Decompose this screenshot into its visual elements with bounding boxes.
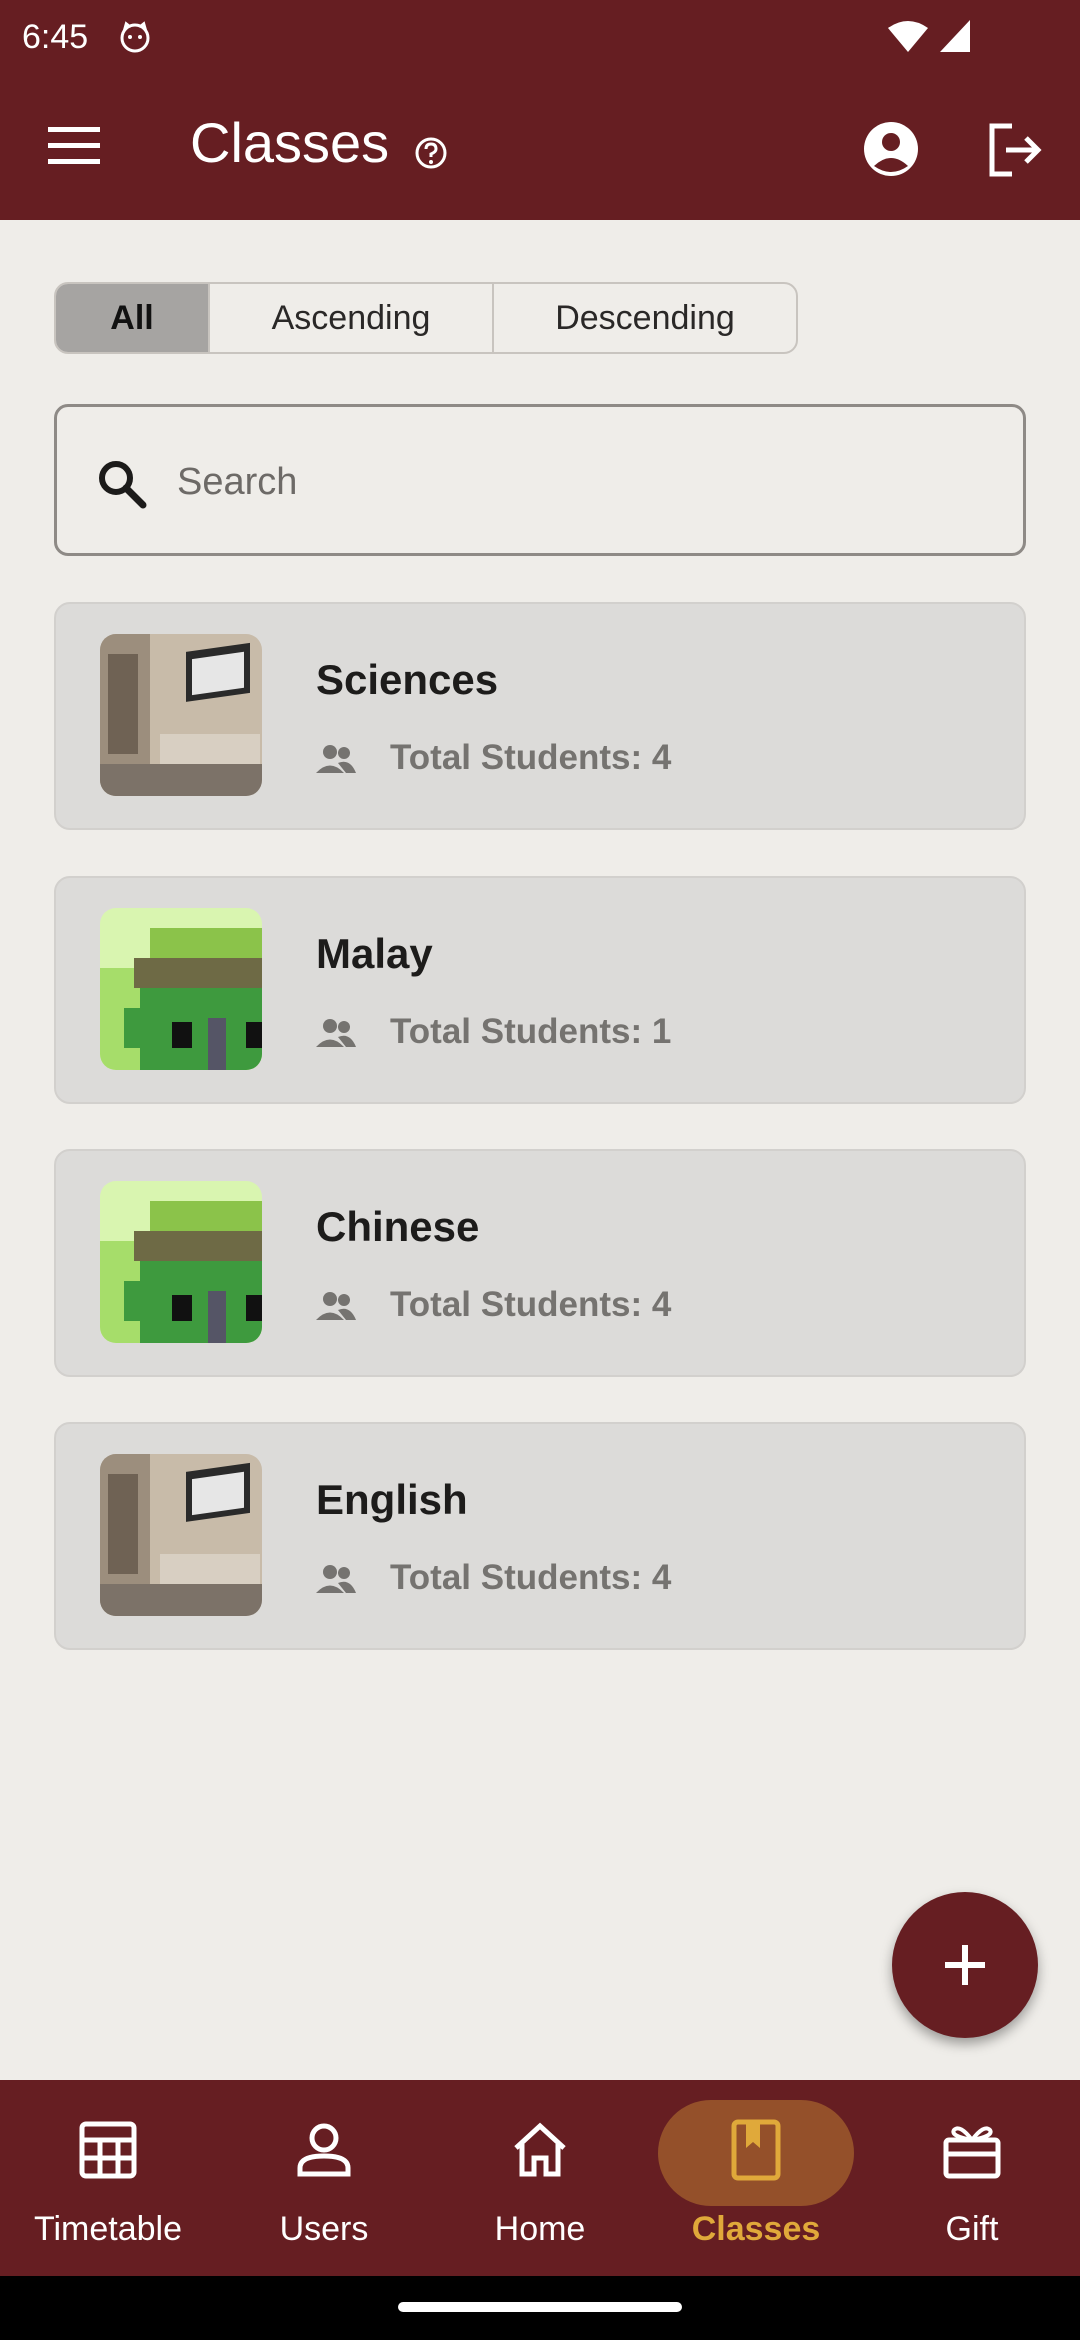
sort-filter-segmented-control: All Ascending Descending [54,282,798,354]
class-thumbnail [100,1454,262,1616]
class-card-english[interactable]: English Total Students: 4 [54,1422,1026,1650]
signal-icon [940,20,970,52]
nav-label: Timetable [33,2210,183,2248]
add-class-button[interactable] [892,1892,1038,2038]
nav-item-users[interactable]: Users [216,2080,432,2276]
people-icon [316,745,356,773]
status-bar: 6:45 [0,0,1080,74]
class-name: English [316,1476,468,1523]
account-icon[interactable] [860,118,922,180]
class-thumbnail [100,1181,262,1343]
search-icon [99,461,147,509]
nav-item-classes[interactable]: Classes [648,2080,864,2276]
nav-label: Classes [691,2210,821,2248]
search-field[interactable] [54,404,1026,556]
page-title: Classes [190,111,390,174]
bookmark-book-icon [731,2119,781,2181]
status-time: 6:45 [22,18,89,56]
person-icon [297,2123,351,2177]
hamburger-menu-icon [48,127,100,164]
filter-descending-button[interactable]: Descending [494,284,796,352]
nav-label: Gift [945,2210,999,2248]
total-students: Total Students: 1 [390,1012,672,1051]
table-icon [79,2121,137,2179]
filter-all-button[interactable]: All [56,284,210,352]
people-icon [316,1019,356,1047]
class-thumbnail [100,908,262,1070]
menu-button[interactable] [40,112,108,180]
app-bar: Classes [0,74,1080,220]
help-icon[interactable] [414,136,448,170]
class-thumbnail [100,634,262,796]
home-icon [514,2122,566,2177]
class-card-chinese[interactable]: Chinese Total Students: 4 [54,1149,1026,1377]
bottom-navigation: Timetable Users Home Classes Gift [0,2080,1080,2276]
nav-item-timetable[interactable]: Timetable [0,2080,216,2276]
logout-icon[interactable] [984,120,1044,180]
plus-icon [945,1945,985,1985]
class-name: Sciences [316,656,499,703]
class-name: Malay [316,930,433,977]
class-card-malay[interactable]: Malay Total Students: 1 [54,876,1026,1104]
gesture-handle[interactable] [398,2302,682,2312]
nav-item-home[interactable]: Home [432,2080,648,2276]
people-icon [316,1565,356,1593]
top-app-bar: 6:45 Classes [0,0,1080,220]
nav-label: Home [494,2210,586,2248]
filter-ascending-button[interactable]: Ascending [210,284,494,352]
nav-label: Users [279,2210,369,2248]
search-input[interactable] [177,447,997,517]
nav-item-gift[interactable]: Gift [864,2080,1080,2276]
total-students: Total Students: 4 [390,738,672,777]
gift-icon [943,2126,1001,2179]
people-icon [316,1292,356,1320]
class-name: Chinese [316,1203,480,1250]
wifi-icon [888,21,928,52]
total-students: Total Students: 4 [390,1558,672,1597]
total-students: Total Students: 4 [390,1285,672,1324]
class-card-sciences[interactable]: Sciences Total Students: 4 [54,602,1026,830]
cat-notification-icon [120,21,150,53]
